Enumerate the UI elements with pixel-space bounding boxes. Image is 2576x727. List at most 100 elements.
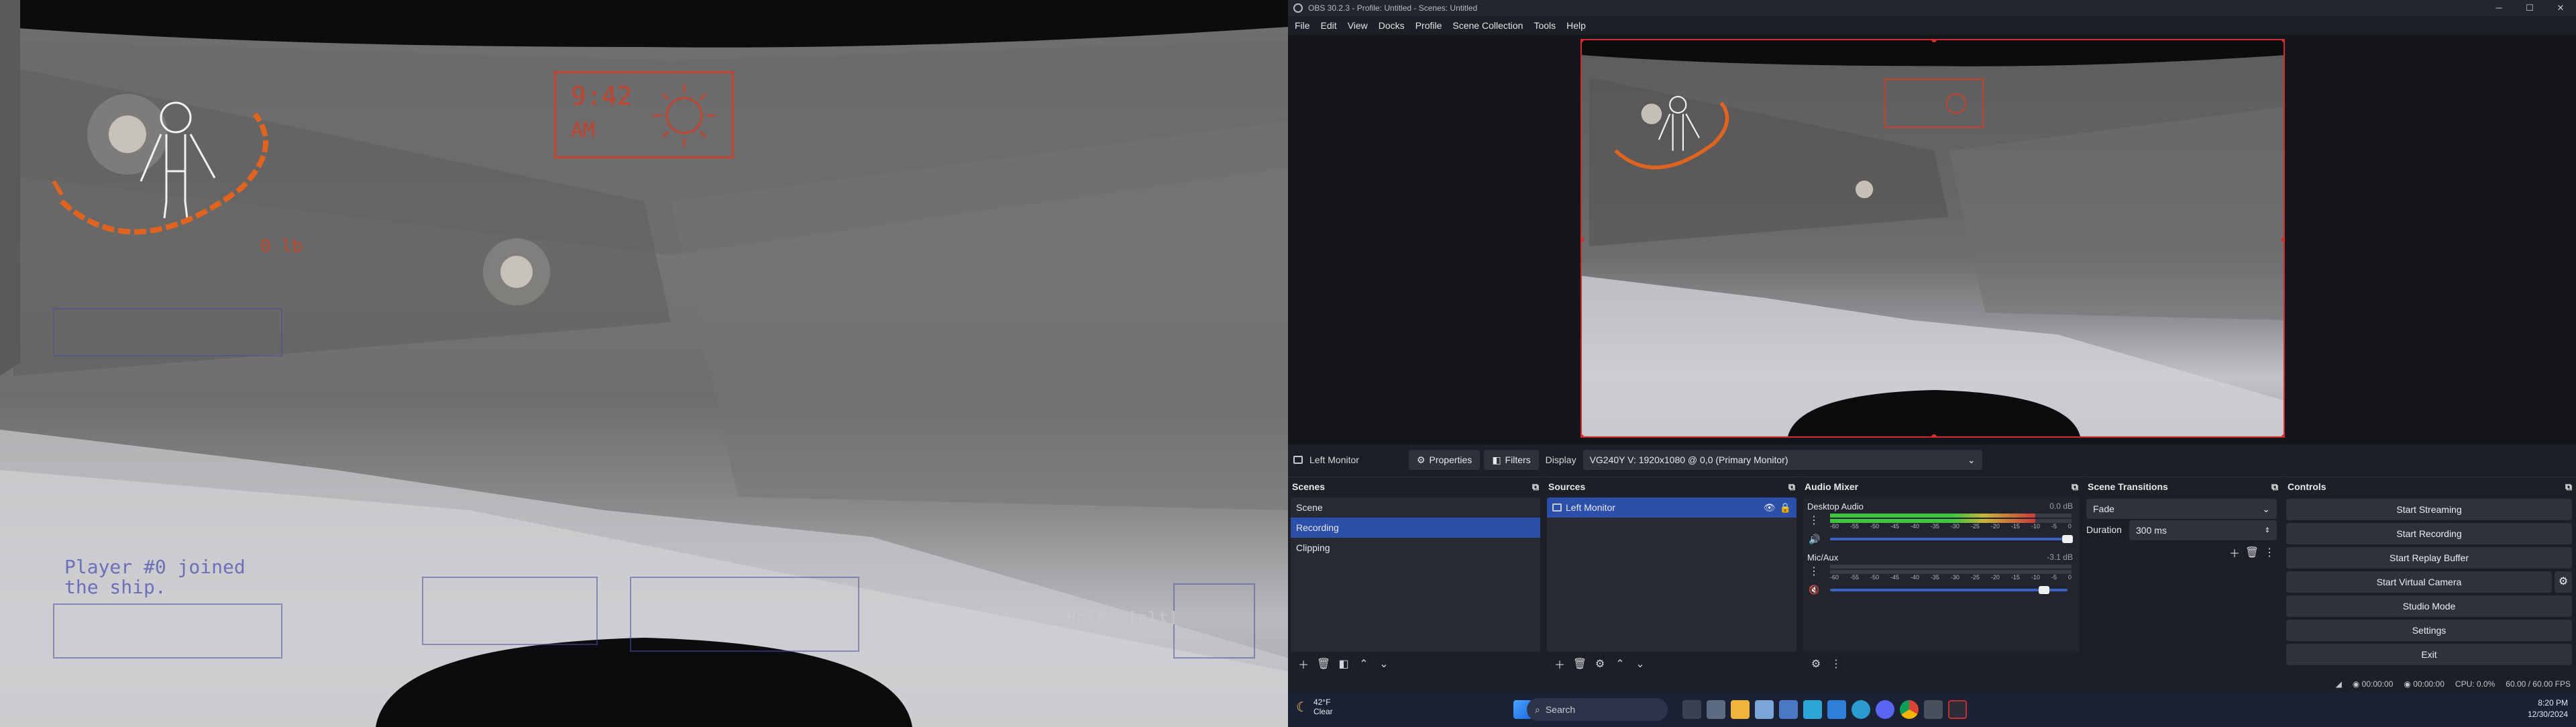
- meter-scale: -60 -55 -50 -45 -40 -35 -30 -25 -20 -15 -10 -5 0: [1830, 523, 2072, 531]
- taskbar-clock[interactable]: 8:20 PM 12/30/2024: [2528, 697, 2568, 720]
- resize-handle[interactable]: [1582, 434, 1584, 436]
- meter-scale-tick: 0: [2068, 523, 2072, 530]
- filters-button[interactable]: ◧ Filters: [1484, 450, 1539, 470]
- taskbar-search[interactable]: ⌕ Search: [1527, 698, 1668, 721]
- meter-scale-tick: -20: [1990, 574, 2000, 581]
- source-item[interactable]: Left Monitor 👁 🔒: [1547, 497, 1796, 518]
- monitor-icon: [1552, 503, 1562, 512]
- volume-slider[interactable]: [1830, 535, 2073, 543]
- resize-handle[interactable]: [2282, 40, 2284, 42]
- arrow-up-icon[interactable]: ⌃: [1355, 656, 1373, 672]
- menu-docks[interactable]: Docks: [1379, 20, 1405, 31]
- volume-slider[interactable]: [1830, 586, 2068, 594]
- task-view-icon[interactable]: [1682, 700, 1701, 719]
- start-virtual-camera-button[interactable]: Start Virtual Camera: [2286, 571, 2552, 593]
- lock-icon[interactable]: 🔒: [1780, 497, 1791, 518]
- menu-tools[interactable]: Tools: [1534, 20, 1556, 31]
- gear-icon[interactable]: ⚙: [1807, 656, 1825, 672]
- undock-icon[interactable]: ⧉: [1788, 481, 1795, 493]
- menu-edit[interactable]: Edit: [1321, 20, 1337, 31]
- speaker-icon[interactable]: 🔊: [1809, 534, 1820, 545]
- edge-icon[interactable]: [1851, 700, 1870, 719]
- channel-name: Desktop Audio: [1807, 501, 1864, 512]
- obs-taskbar-icon[interactable]: [1948, 700, 1967, 719]
- scene-item[interactable]: Recording: [1291, 518, 1540, 538]
- kebab-menu-icon[interactable]: ⋮: [1809, 565, 1819, 578]
- add-scene-button[interactable]: ＋: [1295, 656, 1312, 672]
- scene-item[interactable]: Scene: [1291, 497, 1540, 518]
- preview-scene: [1582, 40, 2284, 436]
- search-placeholder: Search: [1545, 704, 1576, 715]
- trash-icon[interactable]: 🗑: [1315, 656, 1332, 672]
- arrow-down-icon[interactable]: ⌄: [1375, 656, 1393, 672]
- trash-icon[interactable]: 🗑: [1571, 656, 1589, 672]
- arrow-down-icon[interactable]: ⌄: [1631, 656, 1649, 672]
- word-icon[interactable]: [1827, 700, 1846, 719]
- meter-scale: -60 -55 -50 -45 -40 -35 -30 -25 -20 -15 -10 -5 0: [1830, 574, 2072, 582]
- eye-icon[interactable]: 👁: [1764, 497, 1776, 518]
- start-recording-button[interactable]: Start Recording: [2286, 523, 2572, 544]
- menu-scene-collection[interactable]: Scene Collection: [1452, 20, 1523, 31]
- weather-widget[interactable]: ☾ 42°F Clear: [1296, 697, 1333, 716]
- settings-button[interactable]: Settings: [2286, 620, 2572, 641]
- add-source-button[interactable]: ＋: [1551, 656, 1568, 672]
- virtual-camera-settings-gear-icon[interactable]: ⚙: [2555, 571, 2572, 593]
- hud-weight: 0 lb: [260, 236, 303, 256]
- file-explorer-icon[interactable]: [1731, 700, 1750, 719]
- mixer-title: Audio Mixer: [1805, 481, 1859, 492]
- settings-app-icon[interactable]: [1707, 700, 1725, 719]
- mic-muted-icon[interactable]: 🔇: [1809, 585, 1819, 595]
- menu-profile[interactable]: Profile: [1415, 20, 1442, 31]
- source-toolbar: Left Monitor ⚙ Properties ◧ Filters Disp…: [1288, 444, 2576, 475]
- app-icon[interactable]: [1779, 700, 1798, 719]
- steam-icon[interactable]: [1924, 700, 1943, 719]
- snipping-tool-icon[interactable]: [1755, 700, 1774, 719]
- start-replay-buffer-button[interactable]: Start Replay Buffer: [2286, 547, 2572, 569]
- kebab-menu-icon[interactable]: ⋮: [2261, 544, 2278, 561]
- active-source-name: Left Monitor: [1309, 454, 1359, 465]
- exit-button[interactable]: Exit: [2286, 644, 2572, 665]
- filter-icon[interactable]: ◧: [1335, 656, 1352, 672]
- gear-icon[interactable]: ⚙: [1591, 656, 1609, 672]
- resize-handle[interactable]: [1931, 434, 1937, 436]
- meter-scale-tick: -15: [2010, 574, 2020, 581]
- hud-clock-time: 9:42: [571, 81, 633, 111]
- minimize-button[interactable]: ─: [2483, 0, 2514, 16]
- maximize-button[interactable]: ☐: [2514, 0, 2545, 16]
- menu-view[interactable]: View: [1348, 20, 1368, 31]
- arrow-up-icon[interactable]: ⌃: [1611, 656, 1629, 672]
- properties-button[interactable]: ⚙ Properties: [1408, 450, 1481, 470]
- discord-icon[interactable]: [1876, 700, 1894, 719]
- volume-knob[interactable]: [2062, 535, 2073, 543]
- add-transition-button[interactable]: ＋: [2226, 544, 2243, 561]
- display-label: Display: [1545, 454, 1576, 465]
- resize-handle[interactable]: [2282, 237, 2284, 242]
- transition-select[interactable]: Fade ⌄: [2086, 499, 2277, 519]
- undock-icon[interactable]: ⧉: [2072, 481, 2078, 493]
- taskbar: ☾ 42°F Clear ⌕ Search 8:20 PM 12/30/2024: [1288, 692, 2576, 727]
- undock-icon[interactable]: ⧉: [2565, 481, 2572, 493]
- undock-icon[interactable]: ⧉: [1532, 481, 1539, 493]
- calculator-icon[interactable]: [1803, 700, 1822, 719]
- display-select[interactable]: VG240Y V: 1920x1080 @ 0,0 (Primary Monit…: [1582, 450, 1982, 470]
- chrome-icon[interactable]: [1900, 700, 1919, 719]
- trash-icon[interactable]: 🗑: [2243, 544, 2261, 561]
- channel-db: 0.0 dB: [2049, 501, 2073, 511]
- duration-input[interactable]: 300 ms ⇕: [2129, 520, 2277, 540]
- signal-icon: ◢: [2335, 679, 2342, 689]
- scene-item[interactable]: Clipping: [1291, 538, 1540, 558]
- controls-dock: Controls ⧉ Start Streaming Start Recordi…: [2284, 477, 2576, 675]
- menu-help[interactable]: Help: [1566, 20, 1586, 31]
- preview-canvas[interactable]: [1580, 39, 2285, 438]
- meter-scale-tick: -40: [1910, 574, 1919, 581]
- menu-file[interactable]: File: [1295, 20, 1310, 31]
- start-streaming-button[interactable]: Start Streaming: [2286, 499, 2572, 520]
- close-button[interactable]: ✕: [2545, 0, 2576, 16]
- studio-mode-button[interactable]: Studio Mode: [2286, 595, 2572, 617]
- resize-handle[interactable]: [2282, 434, 2284, 436]
- kebab-menu-icon[interactable]: ⋮: [1827, 656, 1845, 672]
- kebab-menu-icon[interactable]: ⋮: [1809, 514, 1819, 527]
- volume-knob[interactable]: [2038, 586, 2049, 594]
- undock-icon[interactable]: ⧉: [2271, 481, 2278, 493]
- meter-scale-tick: -50: [1870, 523, 1879, 530]
